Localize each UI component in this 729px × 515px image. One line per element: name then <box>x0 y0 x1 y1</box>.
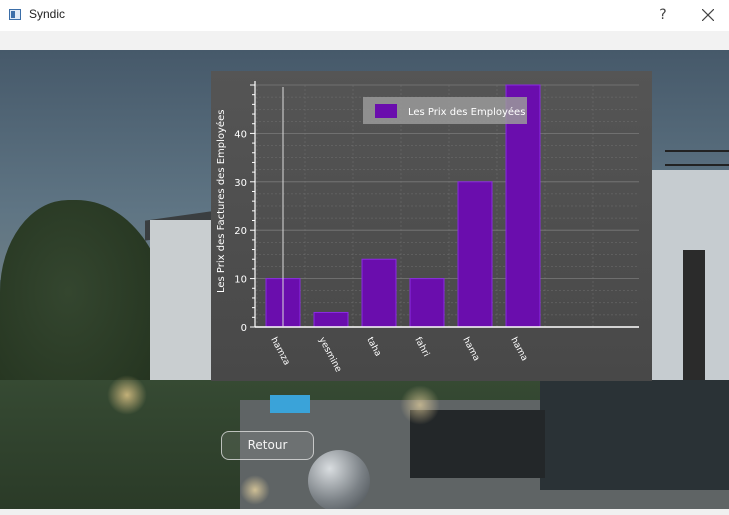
help-button[interactable]: ? <box>643 3 683 27</box>
x-tick-label: hama <box>508 336 529 363</box>
x-tick-label: yesmine <box>316 336 343 375</box>
y-tick-label: 20 <box>234 226 247 237</box>
chart-bar <box>457 181 493 328</box>
retour-button[interactable]: Retour <box>221 431 314 460</box>
bar-chart: hamza yesmine taha fahri hama hama 0 10 20 30 40 L… <box>215 81 639 375</box>
chart-bar <box>313 311 349 328</box>
bottom-strip <box>0 509 729 515</box>
x-tick-label: hama <box>460 336 481 363</box>
legend-label: Les Prix des Employées <box>408 106 525 118</box>
legend-swatch <box>375 104 397 118</box>
chart-legend: Les Prix des Employées <box>363 97 527 124</box>
chart-bar <box>361 258 397 328</box>
title-bar: Syndic ? <box>0 0 729 32</box>
window-app-icon <box>9 9 21 20</box>
close-icon <box>702 9 714 21</box>
toolbar-strip <box>0 31 729 50</box>
y-tick-label: 30 <box>234 178 247 189</box>
y-axis-title: Les Prix des Factures des Employées <box>215 110 227 293</box>
window-title: Syndic <box>29 7 66 21</box>
y-tick-label: 10 <box>234 275 247 286</box>
y-tick-label: 0 <box>241 323 247 334</box>
y-tick-label: 40 <box>234 129 247 140</box>
close-button[interactable] <box>688 3 728 27</box>
chart-panel: hamza yesmine taha fahri hama hama 0 10 20 30 40 L… <box>211 71 652 381</box>
chart-bar <box>409 278 445 328</box>
x-tick-label: hamza <box>268 336 291 367</box>
x-tick-label: taha <box>364 336 382 359</box>
x-tick-label: fahri <box>412 336 430 359</box>
